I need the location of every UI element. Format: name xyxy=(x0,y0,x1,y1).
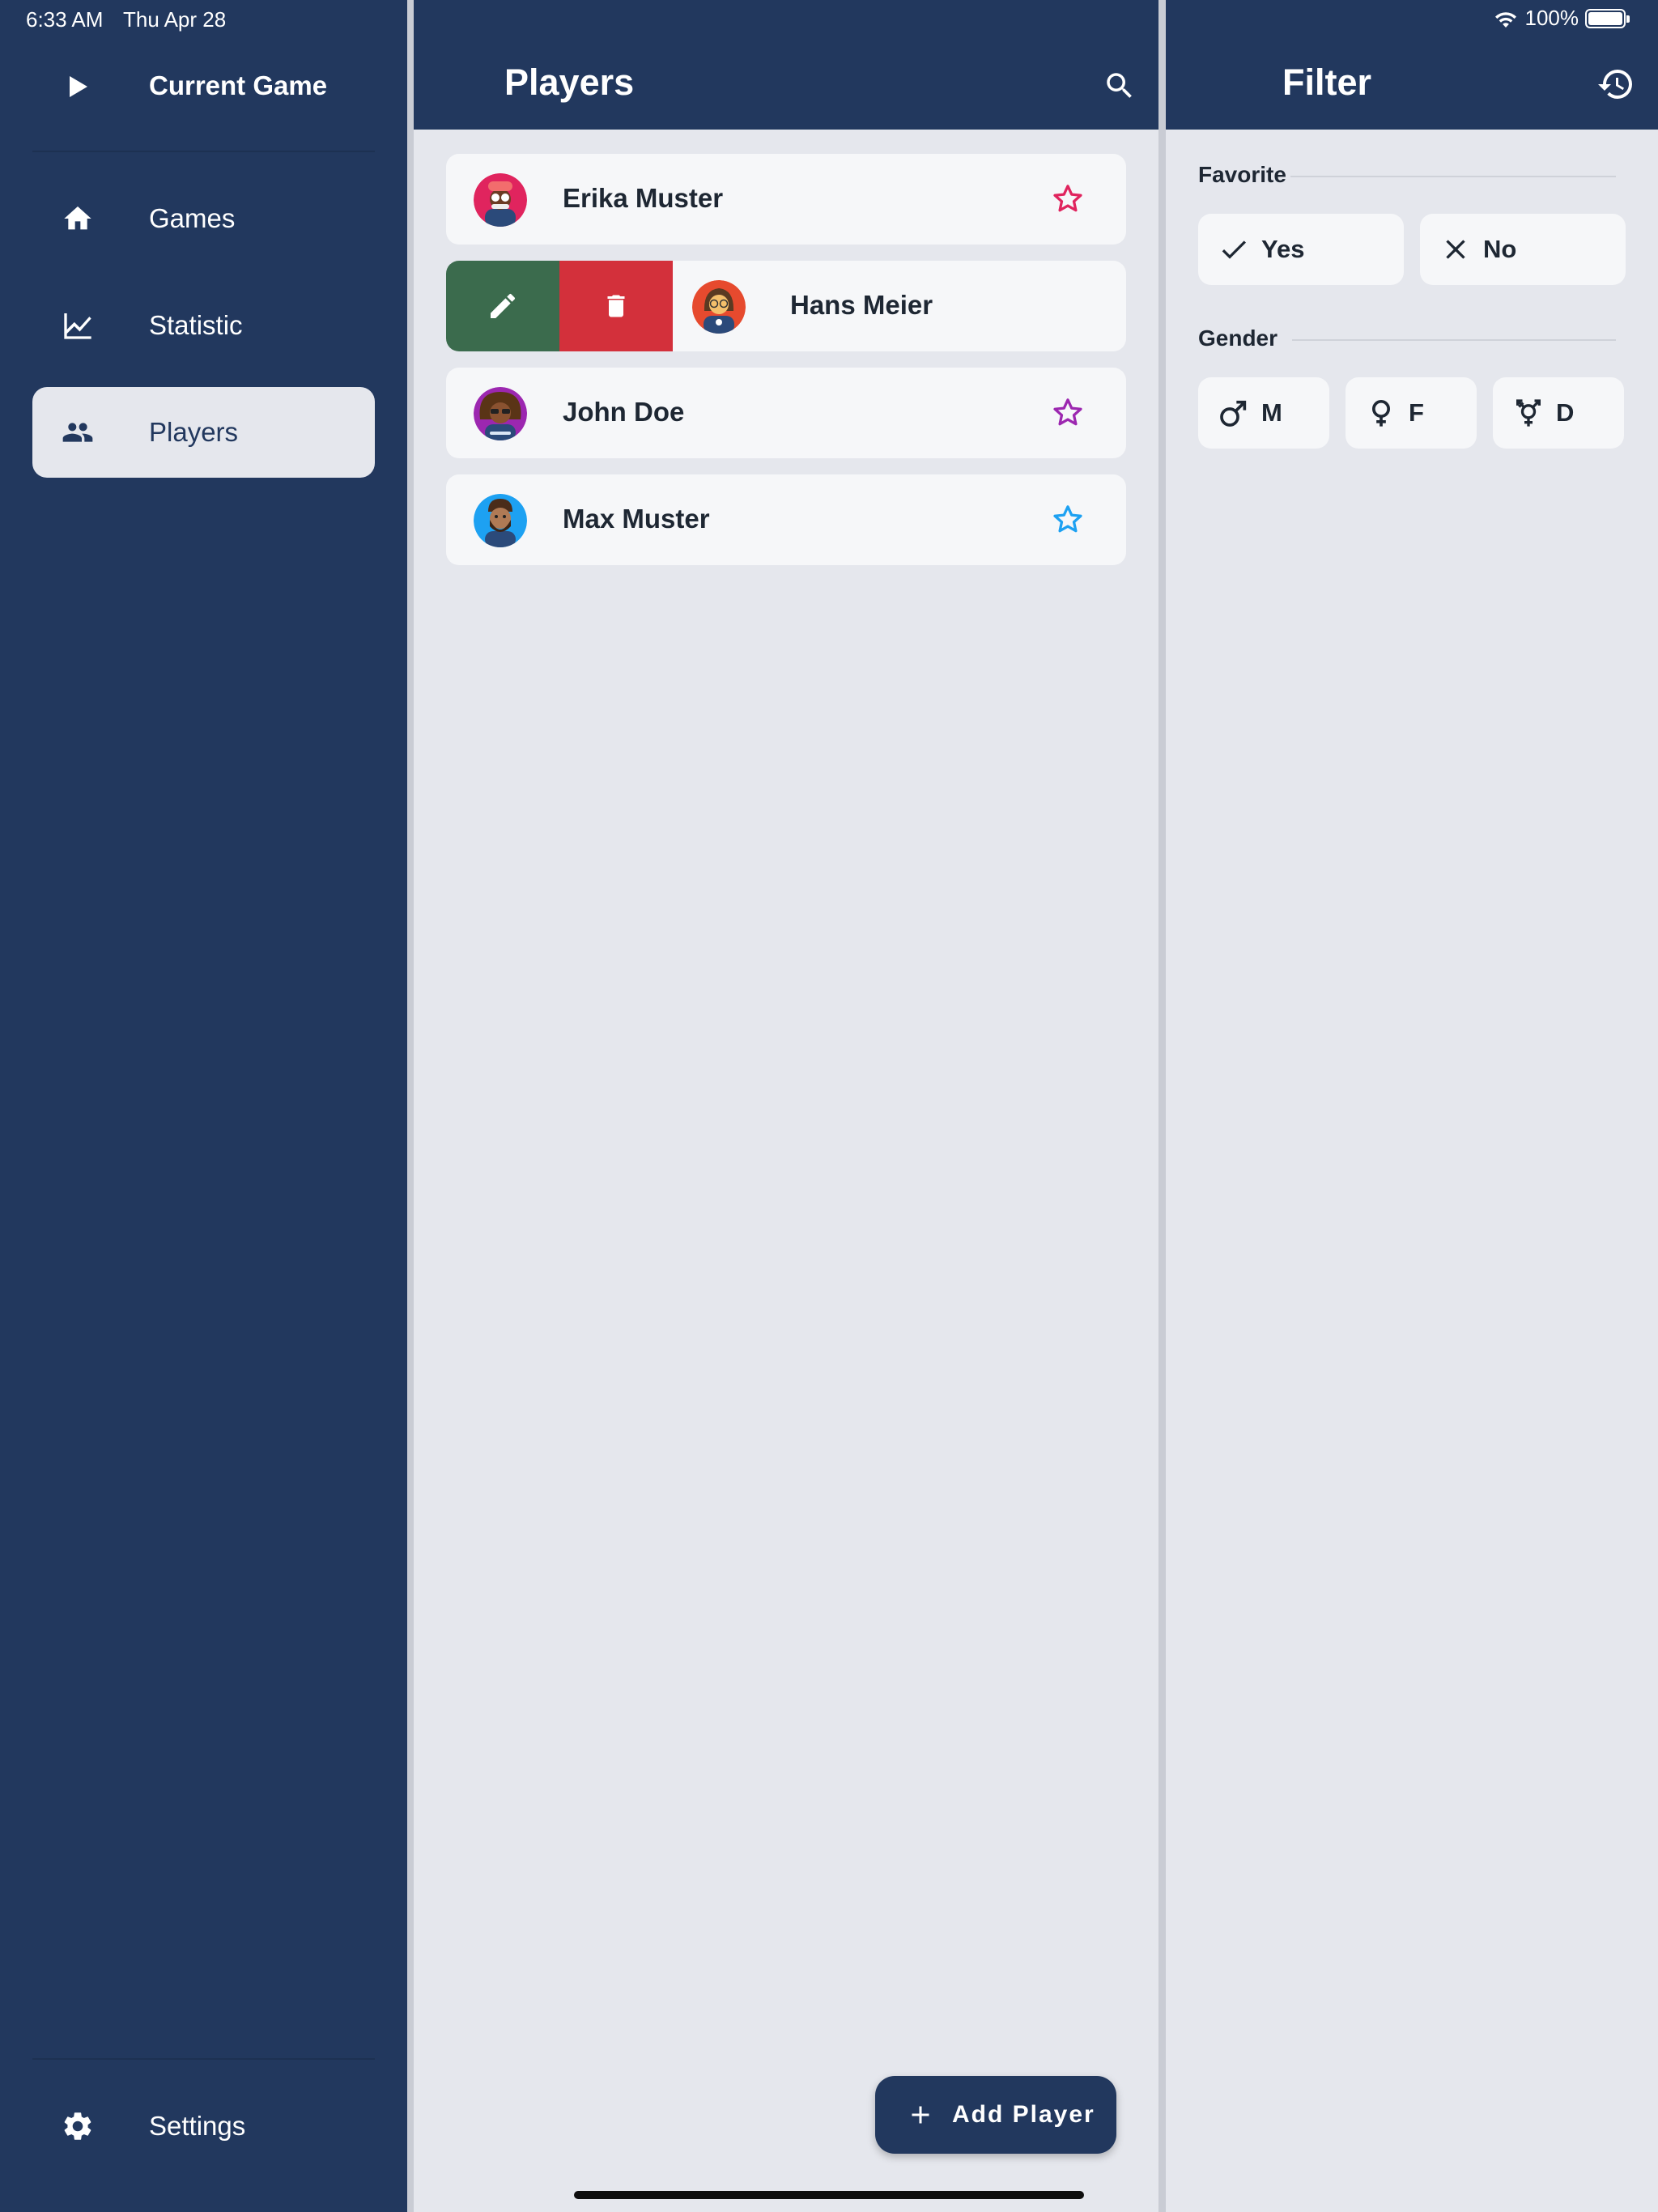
avatar xyxy=(474,173,527,227)
filter-title: Filter xyxy=(1282,62,1372,103)
page-title: Players xyxy=(504,62,635,103)
players-panel: Players Erika Muster Hans Meier John Doe… xyxy=(414,0,1158,2212)
transgender-icon xyxy=(1512,397,1545,429)
player-name: John Doe xyxy=(563,397,685,427)
history-icon[interactable] xyxy=(1596,65,1635,104)
star-icon[interactable] xyxy=(1050,395,1086,431)
search-icon xyxy=(1107,73,1132,98)
status-bar: 6:33 AM Thu Apr 28 100% xyxy=(0,0,1658,37)
player-row[interactable]: Max Muster xyxy=(446,474,1126,565)
current-game-label: Current Game xyxy=(149,70,328,100)
female-icon xyxy=(1365,397,1397,429)
battery-percent: 100% xyxy=(1524,6,1579,30)
chip-label: M xyxy=(1261,398,1282,427)
battery-icon xyxy=(1585,8,1630,28)
chip-label: Yes xyxy=(1261,235,1305,263)
filter-panel: Filter Favorite Yes No Gender M F D xyxy=(1166,0,1658,2212)
close-icon xyxy=(1439,233,1472,266)
chip-label: F xyxy=(1409,398,1424,427)
sidebar-item-label: Games xyxy=(149,203,236,233)
player-name: Max Muster xyxy=(563,504,710,534)
search-button[interactable] xyxy=(1100,66,1139,105)
avatar xyxy=(474,494,527,547)
star-icon[interactable] xyxy=(1050,181,1086,217)
add-player-button[interactable]: Add Player xyxy=(875,2076,1116,2154)
sidebar-item-settings[interactable]: Settings xyxy=(32,2081,375,2172)
status-date: Thu Apr 28 xyxy=(123,7,227,32)
sidebar-item-label: Statistic xyxy=(149,310,243,340)
chip-label: No xyxy=(1483,235,1517,263)
wifi-icon xyxy=(1494,11,1516,28)
check-icon xyxy=(1218,233,1250,266)
divider xyxy=(1292,339,1616,341)
gender-d-chip[interactable]: D xyxy=(1493,377,1624,449)
favorite-yes-chip[interactable]: Yes xyxy=(1198,214,1404,285)
home-indicator[interactable] xyxy=(574,2191,1084,2199)
people-icon xyxy=(58,416,97,449)
player-row[interactable]: Hans Meier xyxy=(446,261,1126,351)
male-icon xyxy=(1218,397,1250,429)
chip-label: D xyxy=(1556,398,1575,427)
divider xyxy=(32,2058,375,2060)
player-row[interactable]: Erika Muster xyxy=(446,154,1126,245)
play-icon xyxy=(70,76,87,97)
current-game-button[interactable]: Current Game xyxy=(0,53,407,118)
avatar xyxy=(692,280,746,334)
divider xyxy=(32,151,375,152)
divider xyxy=(1290,176,1616,177)
gender-f-chip[interactable]: F xyxy=(1346,377,1477,449)
favorite-section-label: Favorite xyxy=(1198,162,1286,187)
gender-m-chip[interactable]: M xyxy=(1198,377,1329,449)
player-name: Erika Muster xyxy=(563,183,724,213)
sidebar-item-statistic[interactable]: Statistic xyxy=(32,280,375,371)
player-name: Hans Meier xyxy=(790,290,933,320)
plus-icon xyxy=(912,2106,929,2124)
add-player-label: Add Player xyxy=(952,2101,1095,2128)
status-right: 100% xyxy=(1493,6,1630,31)
favorite-no-chip[interactable]: No xyxy=(1420,214,1626,285)
chart-line-icon xyxy=(58,309,97,342)
star-icon[interactable] xyxy=(1050,502,1086,538)
delete-button[interactable] xyxy=(559,261,673,351)
home-icon xyxy=(58,202,97,235)
pencil-icon xyxy=(491,293,516,318)
sidebar: Current Game Games Statistic Players Set… xyxy=(0,0,407,2212)
player-row[interactable]: John Doe xyxy=(446,368,1126,458)
sidebar-item-label: Players xyxy=(149,417,239,447)
status-time: 6:33 AM xyxy=(26,7,104,32)
sidebar-item-players[interactable]: Players xyxy=(32,387,375,478)
gear-icon xyxy=(58,2110,97,2142)
trash-icon xyxy=(607,295,625,317)
sidebar-item-games[interactable]: Games xyxy=(32,173,375,264)
avatar xyxy=(474,387,527,440)
sidebar-item-label: Settings xyxy=(149,2111,246,2141)
edit-button[interactable] xyxy=(446,261,559,351)
gender-section-label: Gender xyxy=(1198,325,1278,351)
